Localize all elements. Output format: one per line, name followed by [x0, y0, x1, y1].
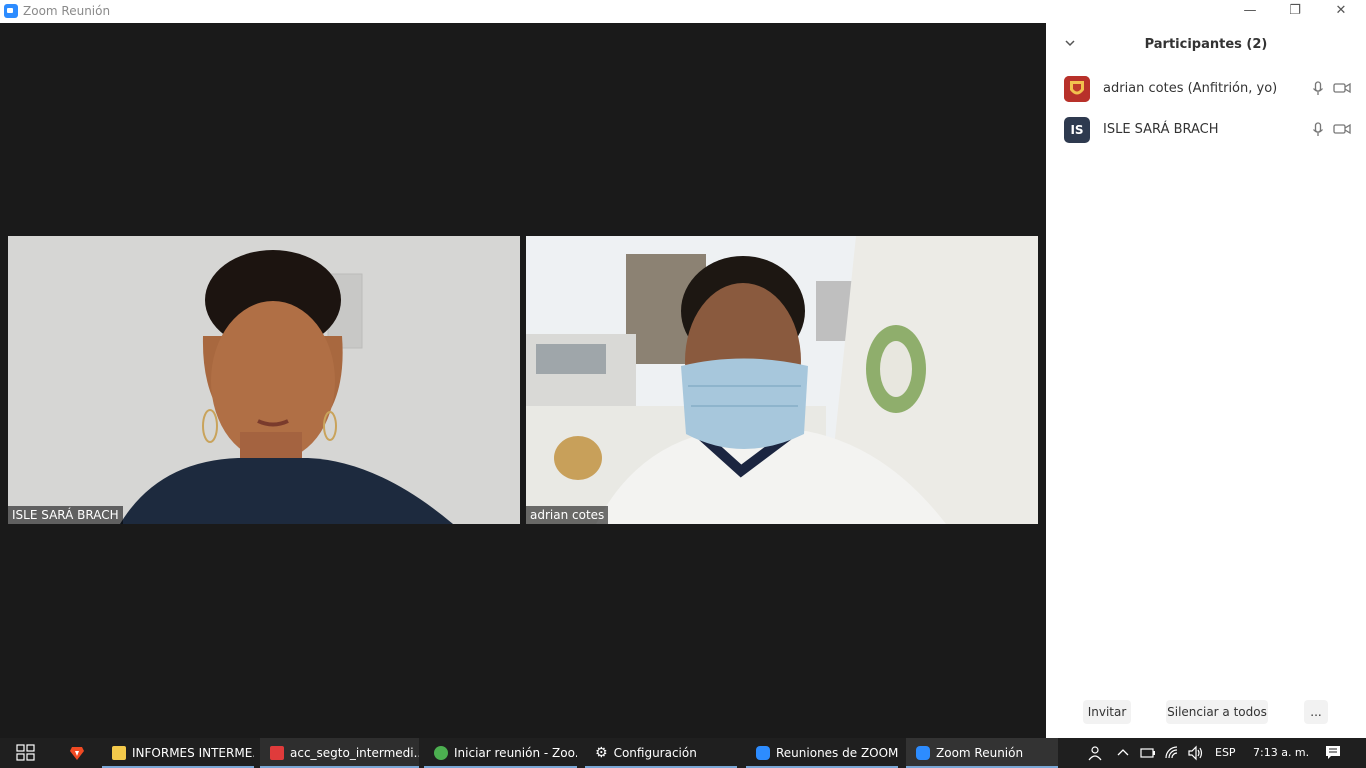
avatar: IS — [1064, 117, 1090, 143]
zoom-icon — [916, 745, 930, 760]
participants-panel: Participantes (2) adrian cotes (Anfitrió… — [1046, 23, 1366, 738]
panel-header: Participantes (2) — [1046, 23, 1366, 67]
taskbar-item-configuracion[interactable]: ⚙ Configuración — [585, 738, 737, 768]
microphone-icon[interactable] — [1312, 122, 1324, 138]
taskbar-item-reuniones-zoom[interactable]: Reuniones de ZOOM... — [746, 738, 898, 768]
participant-video-adrian — [526, 236, 1038, 524]
taskbar-item-iniciar-reunion[interactable]: Iniciar reunión - Zoo... — [424, 738, 577, 768]
taskbar-item-informes[interactable]: INFORMES INTERME... — [102, 738, 254, 768]
participant-row[interactable]: adrian cotes (Anfitrión, yo) — [1046, 69, 1366, 109]
participant-video-isle — [8, 236, 520, 524]
volume-icon[interactable] — [1187, 745, 1205, 761]
taskbar-item-label: Zoom Reunión — [936, 746, 1024, 760]
participant-name: ISLE SARÁ BRACH — [1103, 122, 1219, 137]
taskbar-item-label: INFORMES INTERME... — [132, 746, 254, 760]
taskbar: INFORMES INTERME... acc_segto_intermedi.… — [0, 738, 1366, 768]
wifi-icon[interactable] — [1164, 745, 1180, 761]
chevron-up-icon[interactable] — [1117, 747, 1129, 757]
mute-all-button[interactable]: Silenciar a todos — [1166, 700, 1268, 724]
people-icon[interactable] — [1086, 745, 1102, 761]
video-camera-icon[interactable] — [1333, 82, 1351, 94]
more-button[interactable]: ... — [1304, 700, 1328, 724]
video-name-tag: ISLE SARÁ BRACH — [8, 506, 123, 524]
participant-row[interactable]: IS ISLE SARÁ BRACH — [1046, 110, 1366, 150]
microphone-icon[interactable] — [1312, 81, 1324, 97]
participant-name: adrian cotes (Anfitrión, yo) — [1103, 81, 1278, 96]
taskbar-item-label: acc_segto_intermedi... — [290, 746, 419, 760]
restore-button[interactable]: ❐ — [1272, 0, 1318, 23]
gear-icon: ⚙ — [595, 744, 608, 761]
zoom-app-icon — [4, 4, 18, 18]
invite-button[interactable]: Invitar — [1083, 700, 1131, 724]
taskbar-item-acc-segto[interactable]: acc_segto_intermedi... — [260, 738, 419, 768]
brave-browser-icon[interactable] — [69, 745, 85, 761]
zoom-icon — [756, 745, 770, 760]
video-name-tag: adrian cotes — [526, 506, 609, 524]
title-bar: Zoom Reunión — ❐ ✕ — [0, 0, 1366, 23]
task-view-icon[interactable] — [16, 744, 36, 762]
taskbar-item-label: Reuniones de ZOOM... — [776, 746, 898, 760]
taskbar-item-label: Configuración — [613, 746, 697, 760]
panel-title: Participantes (2) — [1144, 37, 1268, 52]
team-crest-icon — [1064, 76, 1090, 102]
video-tile-adrian[interactable]: adrian cotes — [526, 236, 1038, 524]
minimize-button[interactable]: — — [1227, 0, 1273, 23]
chrome-icon — [434, 745, 448, 760]
video-tile-isle[interactable]: ISLE SARÁ BRACH — [8, 236, 520, 524]
close-button[interactable]: ✕ — [1318, 0, 1364, 23]
clock[interactable]: 7:13 a. m. — [1253, 738, 1309, 768]
avatar — [1064, 76, 1090, 102]
taskbar-item-label: Iniciar reunión - Zoo... — [454, 746, 577, 760]
window-title: Zoom Reunión — [23, 4, 111, 18]
taskbar-item-zoom-reunion[interactable]: Zoom Reunión — [906, 738, 1058, 768]
video-camera-icon[interactable] — [1333, 123, 1351, 135]
notifications-icon[interactable] — [1325, 745, 1341, 761]
video-stage: ISLE SARÁ BRACH adrian cotes — [0, 23, 1046, 738]
battery-icon[interactable] — [1140, 747, 1156, 759]
folder-icon — [112, 745, 126, 760]
language-indicator[interactable]: ESP — [1215, 738, 1236, 768]
pdf-icon — [270, 745, 284, 760]
